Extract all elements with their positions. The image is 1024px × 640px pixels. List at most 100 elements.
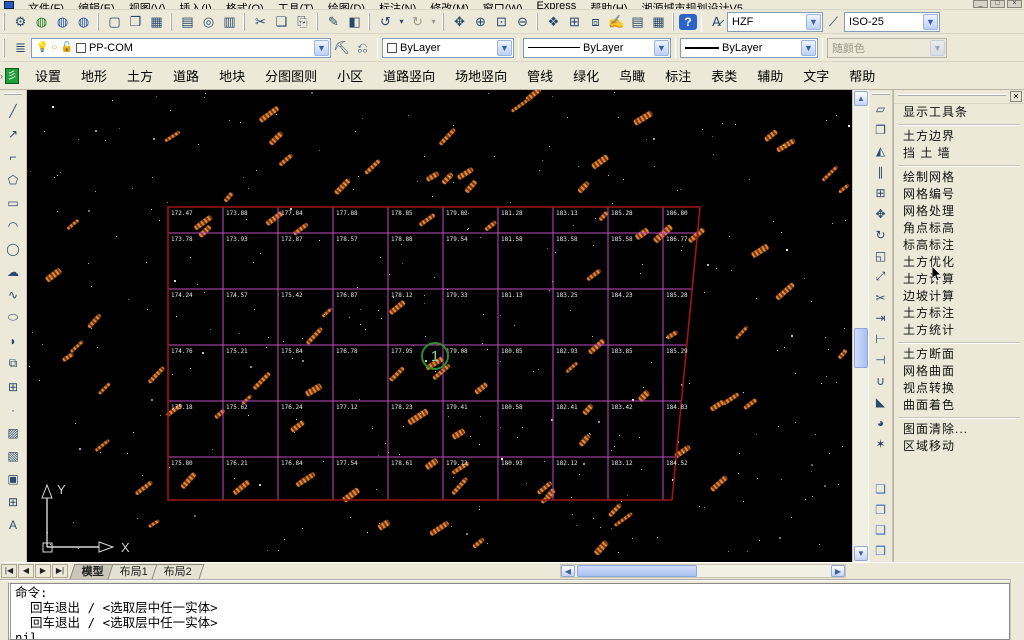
zoom-window-icon[interactable]: ⊡ (491, 12, 512, 32)
toolbar-grip[interactable] (243, 12, 247, 31)
menu-item-10[interactable]: Express (537, 0, 577, 9)
maximize-button[interactable]: □ (990, 0, 1005, 8)
chevron-down-icon[interactable]: ▼ (497, 39, 512, 56)
app-options-icon[interactable]: ⚙ (10, 12, 31, 32)
palette-item-标高标注[interactable]: 标高标注 (894, 237, 1024, 254)
chevron-down-icon[interactable]: ▼ (923, 13, 938, 30)
palette-titlebar[interactable]: ✕ (894, 90, 1024, 104)
spline-icon[interactable]: ∿ (2, 283, 24, 306)
menu-item-9[interactable]: 窗口(W) (483, 0, 523, 9)
table-icon[interactable]: ⊞ (564, 12, 585, 32)
grid-number-marker[interactable]: 1 (421, 342, 449, 370)
next-tab-icon[interactable]: ▶ (35, 564, 51, 578)
palette-item-网格编号[interactable]: 网格编号 (894, 186, 1024, 203)
menu-item-4[interactable]: 格式(O) (226, 0, 264, 9)
layer-previous-icon[interactable]: ⎌ (352, 38, 373, 58)
palette-item-绘制网格[interactable]: 绘制网格 (894, 169, 1024, 186)
hatch-icon[interactable]: ▨ (2, 421, 24, 444)
dim-style-icon[interactable]: ⟋ (823, 12, 844, 32)
ellipse-arc-icon[interactable]: ◗ (2, 329, 24, 352)
menu-item-7[interactable]: 标注(N) (379, 0, 416, 9)
redo-icon[interactable]: ↻ (407, 12, 428, 32)
scroll-left-icon[interactable]: ◀ (561, 565, 575, 577)
drawing-canvas[interactable]: 172.47 173.88 177.84 177.88 178.85 179.82 181.… (27, 90, 852, 562)
plugin-menu-11[interactable]: 鸟瞰 (609, 66, 655, 85)
copy-icon[interactable]: ❏ (271, 12, 292, 32)
ellipse-icon[interactable]: ⬭ (2, 306, 24, 329)
palette-item-土方边界[interactable]: 土方边界 (894, 128, 1024, 145)
palette-item-土方断面[interactable]: 土方断面 (894, 346, 1024, 363)
menu-item-2[interactable]: 视图(V) (129, 0, 166, 9)
menu-item-8[interactable]: 修改(M) (430, 0, 469, 9)
canvas-horizontal-scrollbar[interactable]: ◀ ▶ (560, 564, 846, 578)
menu-item-6[interactable]: 绘图(D) (328, 0, 365, 9)
plugin-menu-6[interactable]: 小区 (327, 66, 373, 85)
rotate-icon[interactable]: ↻ (870, 224, 892, 245)
open-file-icon[interactable]: ❐ (125, 12, 146, 32)
mirror-icon[interactable]: ◭ (870, 141, 892, 162)
first-tab-icon[interactable]: |◀ (1, 564, 17, 578)
palette-item-网格曲面[interactable]: 网格曲面 (894, 363, 1024, 380)
palette-item-显示工具条[interactable]: 显示工具条 (894, 104, 1024, 121)
palette-item-土方标注[interactable]: 土方标注 (894, 305, 1024, 322)
palette-item-图面清除...[interactable]: 图面清除... (894, 421, 1024, 438)
linetype-combo[interactable]: ByLayer ▼ (523, 37, 671, 58)
new-file-icon[interactable]: ▢ (104, 12, 125, 32)
bring-to-front-icon[interactable]: ❏ (870, 478, 892, 499)
toolbar-grip[interactable] (3, 12, 7, 31)
command-scrollbar[interactable] (1010, 579, 1024, 640)
scroll-down-icon[interactable]: ▼ (854, 546, 868, 561)
bulb-icon[interactable]: 💡 (36, 42, 48, 53)
toolbar-overflow-icon[interactable]: › (0, 71, 3, 81)
text-style-icon[interactable]: A̷ (706, 12, 727, 32)
plugin-menu-12[interactable]: 标注 (655, 66, 701, 85)
make-object-layer-current-icon[interactable]: ⛏ (331, 38, 352, 58)
scrollbar-thumb[interactable] (577, 565, 697, 577)
insert-block-icon[interactable]: ⧉ (2, 352, 24, 375)
palette-item-区域移动[interactable]: 区域移动 (894, 438, 1024, 455)
extend-icon[interactable]: ⇥ (870, 308, 892, 329)
scroll-up-icon[interactable]: ▲ (854, 91, 868, 106)
plugin-menu-0[interactable]: 设置 (25, 66, 71, 85)
plugin-menu-1[interactable]: 地形 (71, 66, 117, 85)
rectangle-icon[interactable]: ▭ (2, 191, 24, 214)
database-link-icon[interactable]: ▤ (627, 12, 648, 32)
menu-item-1[interactable]: 编辑(E) (78, 0, 115, 9)
text-style-combo[interactable]: HZF ▼ (727, 11, 823, 32)
command-window[interactable]: 命令: 回车退出 / <选取层中任一实体> 回车退出 / <选取层中任一实体> n… (0, 579, 1024, 640)
quick-select-icon[interactable]: ❖ (543, 12, 564, 32)
plot-icon[interactable]: ▤ (177, 12, 198, 32)
chevron-down-icon[interactable]: ▼ (801, 39, 816, 56)
zoom-previous-icon[interactable]: ⊖ (512, 12, 533, 32)
polyline-icon[interactable]: ⌐ (2, 145, 24, 168)
close-icon[interactable]: ✕ (1010, 91, 1022, 102)
fillet-icon[interactable]: ◕ (870, 413, 892, 434)
erase-icon[interactable]: ▱ (870, 99, 892, 120)
help-icon[interactable]: ? (679, 13, 697, 30)
lock-icon[interactable]: 🔓 (61, 42, 73, 53)
palette-item-边坡计算[interactable]: 边坡计算 (894, 288, 1024, 305)
toolbar-grip[interactable] (536, 12, 540, 31)
menu-item-3[interactable]: 插入(I) (179, 0, 211, 9)
menu-item-12[interactable]: 湘源城市规划设计V5 (642, 0, 743, 9)
chevron-down-icon[interactable]: ▼ (314, 39, 329, 56)
redo-dropdown-icon[interactable]: ▾ (428, 12, 439, 32)
ray-icon[interactable]: ↗ (2, 122, 24, 145)
toolbar-grip[interactable] (4, 93, 22, 97)
prev-tab-icon[interactable]: ◀ (18, 564, 34, 578)
pan-realtime-icon[interactable]: ✥ (449, 12, 470, 32)
lineweight-combo[interactable]: ByLayer ▼ (680, 37, 818, 58)
bring-above-icon[interactable]: ❑ (870, 520, 892, 541)
explode-icon[interactable]: ✶ (870, 434, 892, 455)
polygon-icon[interactable]: ⬠ (2, 168, 24, 191)
line-icon[interactable]: ╱ (2, 99, 24, 122)
minimize-button[interactable]: _ (973, 0, 988, 8)
palette-item-土方优化[interactable]: 土方优化 (894, 254, 1024, 271)
last-tab-icon[interactable]: ▶| (52, 564, 68, 578)
publish-icon[interactable]: ▥ (219, 12, 240, 32)
trim-icon[interactable]: ✂ (870, 287, 892, 308)
toolbar-grip[interactable] (316, 12, 320, 31)
plugin-menu-9[interactable]: 管线 (517, 66, 563, 85)
menu-item-11[interactable]: 帮助(H) (590, 0, 627, 9)
break-at-point-icon[interactable]: ⊢ (870, 329, 892, 350)
